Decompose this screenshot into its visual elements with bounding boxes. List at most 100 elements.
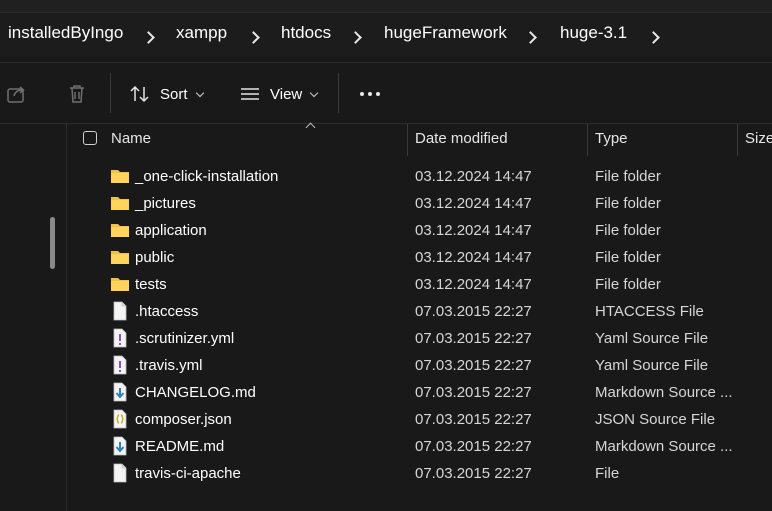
command-bar: Sort View xyxy=(0,63,772,123)
sort-label: Sort xyxy=(160,85,188,103)
file-name[interactable]: CHANGELOG.md xyxy=(135,384,256,401)
file-name[interactable]: travis-ci-apache xyxy=(135,465,241,482)
file-row[interactable]: application 03.12.2024 14:47 File folder xyxy=(67,217,772,244)
file-row[interactable]: .scrutinizer.yml 07.03.2015 22:27 Yaml S… xyxy=(67,325,772,352)
navigation-pane[interactable] xyxy=(0,124,67,511)
column-header: Name Date modified Type Size xyxy=(67,122,772,156)
file-name[interactable]: .scrutinizer.yml xyxy=(135,330,234,347)
file-icon xyxy=(113,463,127,483)
file-type: HTACCESS File xyxy=(595,303,704,320)
file-row[interactable]: public 03.12.2024 14:47 File folder xyxy=(67,244,772,271)
file-name[interactable]: public xyxy=(135,249,174,266)
sort-up-icon xyxy=(305,122,316,133)
file-date: 03.12.2024 14:47 xyxy=(415,168,532,185)
file-row[interactable]: CHANGELOG.md 07.03.2015 22:27 Markdown S… xyxy=(67,379,772,406)
column-header-date[interactable]: Date modified xyxy=(415,130,508,147)
file-name[interactable]: .htaccess xyxy=(135,303,198,320)
chevron-right-icon[interactable] xyxy=(647,31,660,44)
file-row[interactable]: .htaccess 07.03.2015 22:27 HTACCESS File xyxy=(67,298,772,325)
chevron-right-icon[interactable] xyxy=(524,31,537,44)
file-date: 07.03.2015 22:27 xyxy=(415,357,532,374)
file-date: 07.03.2015 22:27 xyxy=(415,384,532,401)
delete-button[interactable] xyxy=(66,78,88,110)
file-type: Yaml Source File xyxy=(595,330,709,347)
file-name[interactable]: README.md xyxy=(135,438,224,455)
file-date: 03.12.2024 14:47 xyxy=(415,222,532,239)
json-file-icon xyxy=(113,409,127,429)
folder-icon xyxy=(111,278,129,291)
chevron-down-icon xyxy=(310,88,319,97)
breadcrumb-item-huge-3-1[interactable]: huge-3.1 xyxy=(560,23,627,43)
file-name[interactable]: _pictures xyxy=(135,195,196,212)
folder-icon xyxy=(111,197,129,210)
file-name[interactable]: composer.json xyxy=(135,411,232,428)
file-name[interactable]: _one-click-installation xyxy=(135,168,278,185)
file-row[interactable]: README.md 07.03.2015 22:27 Markdown Sour… xyxy=(67,433,772,460)
file-date: 03.12.2024 14:47 xyxy=(415,249,532,266)
file-date: 07.03.2015 22:27 xyxy=(415,330,532,347)
file-type: Yaml Source File xyxy=(595,357,709,374)
file-name[interactable]: .travis.yml xyxy=(135,357,203,374)
column-divider[interactable] xyxy=(587,124,588,156)
file-date: 07.03.2015 22:27 xyxy=(415,411,532,428)
navigation-scrollbar[interactable] xyxy=(50,217,55,269)
file-type: JSON Source File xyxy=(595,411,716,428)
file-date: 07.03.2015 22:27 xyxy=(415,465,532,482)
file-row[interactable]: .travis.yml 07.03.2015 22:27 Yaml Source… xyxy=(67,352,772,379)
file-type: Markdown Source ... xyxy=(595,438,733,455)
view-label: View xyxy=(270,85,303,103)
view-button[interactable]: View xyxy=(239,78,319,110)
chevron-right-icon[interactable] xyxy=(247,31,260,44)
chevron-down-icon xyxy=(195,88,204,97)
view-icon xyxy=(241,88,259,100)
file-row[interactable]: _one-click-installation 03.12.2024 14:47… xyxy=(67,163,772,190)
file-name[interactable]: tests xyxy=(135,276,167,293)
sort-button[interactable]: Sort xyxy=(129,78,204,110)
markdown-file-icon xyxy=(113,382,127,402)
more-options-button[interactable] xyxy=(358,78,382,110)
file-row[interactable]: _pictures 03.12.2024 14:47 File folder xyxy=(67,190,772,217)
file-icon xyxy=(113,301,127,321)
file-type: File folder xyxy=(595,249,661,266)
breadcrumb-item-installedbyingo[interactable]: installedByIngo xyxy=(8,23,123,43)
column-header-size[interactable]: Size xyxy=(745,130,772,147)
yaml-file-icon xyxy=(113,355,127,375)
folder-icon xyxy=(111,251,129,264)
folder-icon xyxy=(111,224,129,237)
file-date: 07.03.2015 22:27 xyxy=(415,303,532,320)
chevron-right-icon[interactable] xyxy=(142,31,155,44)
file-date: 07.03.2015 22:27 xyxy=(415,438,532,455)
file-name[interactable]: application xyxy=(135,222,207,239)
breadcrumb[interactable]: installedByIngo xampp htdocs hugeFramewo… xyxy=(0,12,772,57)
title-strip xyxy=(0,0,772,12)
file-type: File folder xyxy=(595,195,661,212)
file-row[interactable]: composer.json 07.03.2015 22:27 JSON Sour… xyxy=(67,406,772,433)
file-row[interactable]: travis-ci-apache 07.03.2015 22:27 File xyxy=(67,460,772,487)
column-divider[interactable] xyxy=(737,124,738,156)
share-icon xyxy=(7,86,25,103)
toolbar-separator xyxy=(338,73,339,113)
chevron-right-icon[interactable] xyxy=(349,31,362,44)
file-type: File xyxy=(595,465,620,482)
folder-icon xyxy=(111,170,129,183)
more-icon xyxy=(360,92,380,96)
markdown-file-icon xyxy=(113,436,127,456)
file-type: File folder xyxy=(595,222,661,239)
breadcrumb-item-htdocs[interactable]: htdocs xyxy=(281,23,331,43)
sort-icon xyxy=(130,85,149,103)
toolbar-separator xyxy=(110,73,111,113)
breadcrumb-item-xampp[interactable]: xampp xyxy=(176,23,227,43)
yaml-file-icon xyxy=(113,328,127,348)
file-type: File folder xyxy=(595,276,661,293)
file-row[interactable]: tests 03.12.2024 14:47 File folder xyxy=(67,271,772,298)
file-date: 03.12.2024 14:47 xyxy=(415,195,532,212)
column-header-type[interactable]: Type xyxy=(595,130,628,147)
breadcrumb-item-hugeframework[interactable]: hugeFramework xyxy=(384,23,507,43)
trash-icon xyxy=(70,85,84,103)
file-date: 03.12.2024 14:47 xyxy=(415,276,532,293)
file-type: File folder xyxy=(595,168,661,185)
file-type: Markdown Source ... xyxy=(595,384,733,401)
column-divider[interactable] xyxy=(407,124,408,156)
share-button[interactable] xyxy=(6,78,28,110)
column-header-name[interactable]: Name xyxy=(111,130,151,147)
